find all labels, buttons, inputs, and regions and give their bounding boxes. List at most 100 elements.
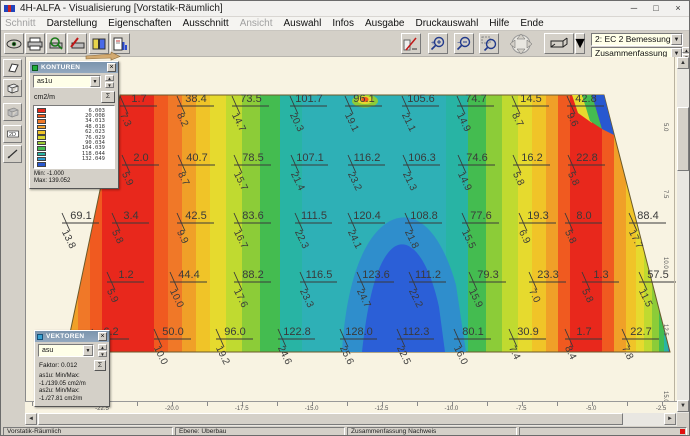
menu-darstellung[interactable]: Darstellung — [47, 18, 98, 29]
menu-ansicht: Ansicht — [240, 18, 273, 29]
scroll-down-button[interactable]: ▼ — [677, 400, 689, 412]
vertical-scroll-thumb[interactable] — [677, 107, 689, 171]
panel-grid-icon — [37, 334, 43, 340]
vektoren-dropdown-icon[interactable]: ▼ — [83, 345, 93, 356]
konturen-max: Max: 139.052 — [34, 178, 114, 185]
zoom-window-button[interactable] — [479, 33, 499, 54]
contour-plot: 1.77.338.48.273.514.7101.720.396.119.110… — [26, 57, 677, 401]
konturen-result-combo[interactable]: as1u ▼ — [33, 75, 101, 88]
as2u-value: 13.8 — [59, 228, 78, 251]
horizontal-scrollbar[interactable]: ◄ ► — [25, 413, 677, 426]
pan-cross-icon — [506, 33, 536, 55]
view-3d-dropdown-button[interactable]: ▼ — [575, 33, 585, 54]
print-settings-button[interactable] — [67, 33, 87, 54]
konturen-options-button[interactable]: Σ — [101, 91, 115, 103]
as1u-value: 44.4 — [178, 269, 199, 281]
visibility-button[interactable] — [4, 33, 24, 54]
as1u-value: 101.7 — [295, 93, 323, 105]
scroll-left-button[interactable]: ◄ — [25, 413, 37, 425]
konturen-legend: 6.00320.00834.01348.01862.02376.02990.03… — [33, 105, 115, 169]
view-3d-button[interactable] — [544, 33, 574, 54]
vektoren-close-button[interactable]: × — [98, 332, 107, 341]
vektoren-line: -1./27.81 cm2/m — [39, 396, 109, 404]
as1u-value: 40.7 — [186, 152, 207, 164]
print-button[interactable] — [25, 33, 45, 54]
vektoren-line: as1u: Min/Max: — [39, 373, 109, 381]
legend-swatch — [37, 146, 46, 151]
menu-druckauswahl[interactable]: Druckauswahl — [415, 18, 478, 29]
zoom-out-button[interactable]: − — [454, 33, 474, 54]
vektoren-result-combo[interactable]: asu ▼ — [38, 344, 94, 357]
menu-ausgabe[interactable]: Ausgabe — [365, 18, 404, 29]
spin-up-icon[interactable]: ▲ — [98, 344, 107, 350]
vektoren-minmax-lines: as1u: Min/Max: -1./139.05 cm2/mas2u: Min… — [35, 373, 109, 403]
vertical-scrollbar[interactable]: ▲ ▼ — [677, 57, 690, 413]
as1u-value: 80.1 — [462, 326, 483, 338]
vektoren-options-button[interactable]: Σ — [94, 360, 106, 371]
as1u-value: 112.3 — [403, 326, 430, 338]
horizontal-scroll-thumb[interactable] — [38, 413, 623, 425]
menu-ausschnitt[interactable]: Ausschnitt — [183, 18, 229, 29]
minimize-button[interactable]: ─ — [623, 1, 645, 16]
menu-ende[interactable]: Ende — [520, 18, 543, 29]
cube-icon — [6, 82, 20, 94]
design-case-dropdown-icon[interactable]: ▼ — [671, 34, 682, 45]
section-line-icon — [403, 37, 419, 51]
tool-2d-frame-button[interactable]: 2D — [3, 125, 22, 143]
zoom-in-button[interactable]: + — [428, 33, 448, 54]
vektoren-result-value: asu — [42, 347, 53, 354]
as1u-value: 16.2 — [521, 152, 542, 164]
pan-button[interactable] — [506, 33, 536, 54]
design-case-combo[interactable]: 2: EC 2 Bemessung ▼ — [591, 33, 683, 46]
print-preview-button[interactable] — [46, 33, 66, 54]
konturen-close-button[interactable]: × — [107, 63, 116, 72]
spin-down-icon[interactable]: ▼ — [105, 82, 114, 88]
cube-shaded-icon — [6, 106, 20, 118]
as1u-value: 14.5 — [520, 93, 541, 105]
menu-auswahl[interactable]: Auswahl — [284, 18, 322, 29]
window-title: 4H-ALFA - Visualisierung [Vorstatik-Räum… — [20, 3, 223, 14]
tool-render-button[interactable] — [3, 103, 22, 121]
maximize-button[interactable]: □ — [645, 1, 667, 16]
legend-swatch — [37, 114, 46, 119]
section-tool-button[interactable] — [401, 33, 421, 54]
spin-up-icon[interactable]: ▲ — [105, 75, 114, 81]
vektoren-title: VEKTOREN — [46, 333, 98, 340]
statusbar-section-3 — [519, 427, 687, 436]
konturen-titlebar[interactable]: KONTUREN × — [30, 62, 118, 73]
spin-up-icon[interactable]: ▲ — [682, 47, 690, 53]
as1u-value: 1.7 — [576, 326, 591, 338]
legend-swatch — [37, 141, 46, 146]
as1u-value: 88.4 — [637, 210, 658, 222]
legend-swatch — [37, 162, 46, 167]
statusbar-section-0: Vorstatik-Räumlich — [3, 427, 173, 436]
x-ruler: -22.5-20.0-17.5-15.0-12.5-10.0-7.5-5.0-2… — [25, 401, 677, 413]
close-button[interactable]: × — [667, 1, 689, 16]
tool-iso-view-button[interactable] — [3, 79, 22, 97]
drawing-canvas[interactable]: 1.77.338.48.273.514.7101.720.396.119.110… — [25, 57, 677, 401]
konturen-dropdown-icon[interactable]: ▼ — [90, 76, 100, 87]
app-window: 4H-ALFA - Visualisierung [Vorstatik-Räum… — [0, 0, 690, 436]
as1u-value: 50.0 — [162, 326, 183, 338]
konturen-unit-label: cm2/m — [34, 94, 55, 101]
spin-down-icon[interactable]: ▼ — [98, 351, 107, 357]
scroll-right-button[interactable]: ► — [664, 413, 676, 425]
scroll-up-button[interactable]: ▲ — [677, 57, 689, 69]
tool-plane-view-button[interactable] — [3, 59, 22, 77]
left-toolbar: 2D — [1, 57, 25, 413]
eye-icon — [6, 37, 22, 51]
konturen-panel: KONTUREN × as1u ▼ ▲ ▼ cm2/m Σ 6.00320.00… — [29, 61, 119, 189]
legend-swatch — [37, 157, 46, 162]
tool-vector-button[interactable] — [3, 145, 22, 163]
as1u-value: 23.3 — [537, 269, 558, 281]
vektoren-titlebar[interactable]: VEKTOREN × — [35, 331, 109, 342]
menu-eigenschaften[interactable]: Eigenschaften — [108, 18, 171, 29]
menu-hilfe[interactable]: Hilfe — [489, 18, 509, 29]
as1u-value: 42.8 — [575, 93, 596, 105]
status-indicator — [680, 429, 685, 434]
konturen-spinner[interactable]: ▲ ▼ — [105, 75, 114, 88]
konturen-title: KONTUREN — [41, 64, 107, 71]
menu-infos[interactable]: Infos — [332, 18, 354, 29]
as1u-value: 108.8 — [410, 210, 438, 222]
vektoren-spinner[interactable]: ▲ ▼ — [98, 344, 107, 357]
